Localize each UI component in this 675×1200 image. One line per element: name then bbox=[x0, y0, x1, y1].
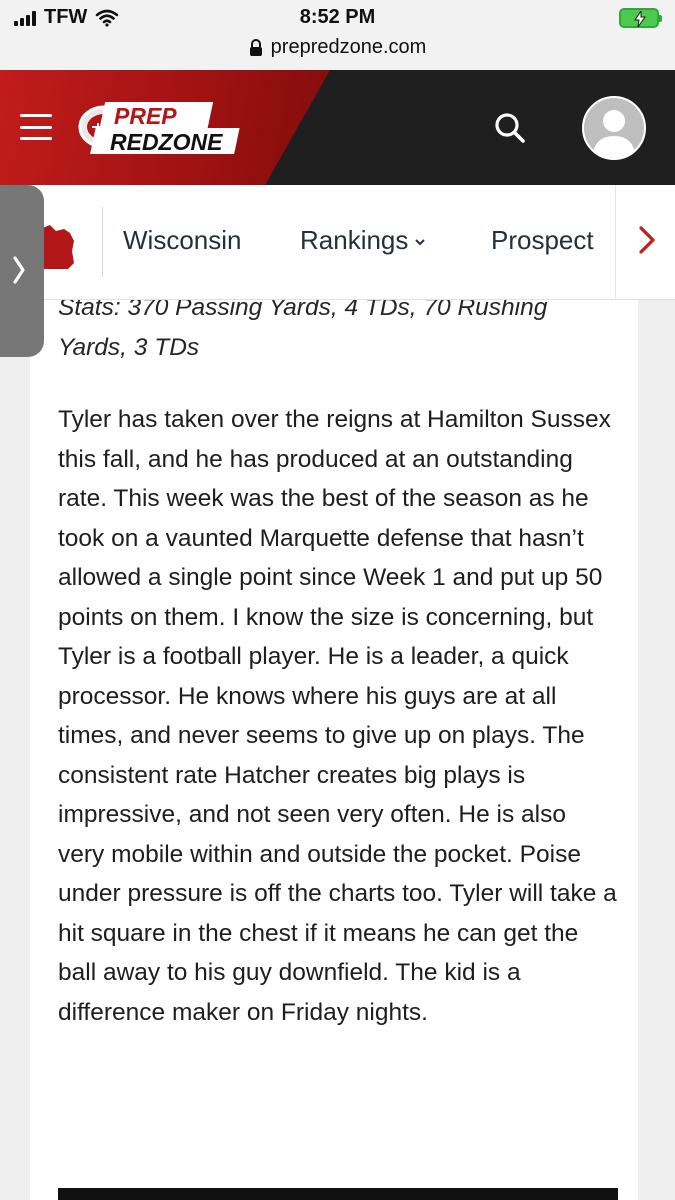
search-icon[interactable] bbox=[494, 112, 526, 144]
address-bar[interactable]: prepredzone.com bbox=[0, 36, 675, 59]
article-paragraph: Tyler has taken over the reigns at Hamil… bbox=[58, 406, 617, 1026]
menu-icon[interactable] bbox=[20, 114, 52, 140]
side-drawer-tab[interactable] bbox=[0, 185, 44, 357]
battery-charging-icon bbox=[619, 8, 662, 28]
user-avatar-icon[interactable] bbox=[582, 96, 646, 160]
site-header: PREP REDZONE bbox=[0, 70, 675, 185]
status-bar: TFW 8:52 PM prepredzone.com bbox=[0, 0, 675, 70]
top-nav: Wisconsin Rankings Prospect bbox=[0, 185, 675, 300]
nav-more-divider bbox=[615, 185, 616, 300]
clock: 8:52 PM bbox=[299, 6, 376, 28]
site-logo[interactable]: PREP REDZONE bbox=[78, 98, 250, 156]
nav-item-prospect[interactable]: Prospect bbox=[491, 225, 594, 256]
nav-item-rankings[interactable]: Rankings bbox=[300, 225, 426, 256]
wisconsin-map-icon[interactable] bbox=[38, 223, 78, 271]
svg-text:REDZONE: REDZONE bbox=[110, 129, 223, 155]
nav-item-rankings-label: Rankings bbox=[300, 225, 409, 255]
nav-item-wisconsin[interactable]: Wisconsin bbox=[123, 225, 241, 256]
nav-divider bbox=[102, 207, 103, 277]
chevron-right-icon bbox=[13, 256, 25, 284]
svg-text:PREP: PREP bbox=[114, 103, 177, 129]
article-image bbox=[58, 1188, 618, 1200]
url-text: prepredzone.com bbox=[270, 36, 427, 58]
chevron-down-icon bbox=[415, 239, 426, 246]
article-card: Stats: 370 Passing Yards, 4 TDs, 70 Rush… bbox=[30, 300, 638, 1200]
lock-icon bbox=[249, 38, 262, 56]
player-stats: Stats: 370 Passing Yards, 4 TDs, 70 Rush… bbox=[58, 300, 548, 361]
chevron-right-icon[interactable] bbox=[638, 225, 656, 255]
